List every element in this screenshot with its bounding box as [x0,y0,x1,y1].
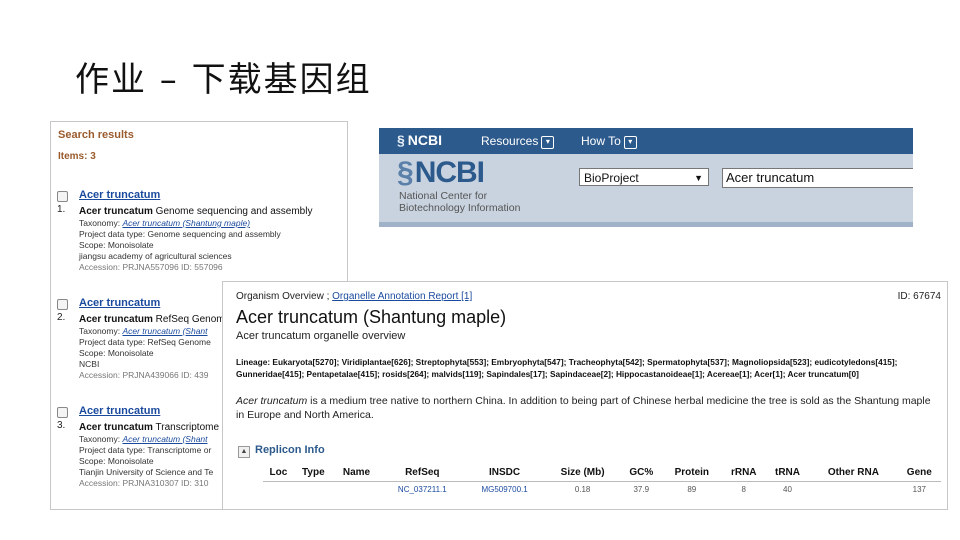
project-scope: Scope: Monoisolate [79,348,154,358]
replicon-info-toggle[interactable]: ▲ Replicon Info [238,444,325,458]
dropdown-arrow-icon: ▼ [694,173,703,183]
column-header[interactable]: Name [332,465,381,482]
overview-tabs: Organism Overview ; Organelle Annotation… [236,291,473,302]
collapse-icon: ▲ [238,446,250,458]
table-cell: 8 [741,485,746,494]
column-header[interactable]: rRNA [721,465,766,482]
submitter-org: NCBI [79,359,100,369]
lineage: Lineage: Eukaryota[5270]; Viridiplantae[… [236,357,898,379]
project-data-type: Project data type: Genome sequencing and… [79,229,281,239]
table-cell [809,482,898,498]
column-header[interactable]: RefSeq [380,465,465,482]
table-cell [294,482,333,498]
column-header[interactable]: Loc [263,465,294,482]
accession: Accession: PRJNA310307 ID: 310 [79,478,209,488]
result-checkbox[interactable] [57,191,68,202]
organism-description: Acer truncatum is a medium tree native t… [236,395,931,421]
project-scope: Scope: Monoisolate [79,240,154,250]
taxonomy-link[interactable]: Acer truncatum (Shantung maple) [122,218,250,228]
result-organism: Acer truncatum [79,422,153,433]
nav-resources[interactable]: Resources ▾ [481,134,555,149]
database-select[interactable]: BioProject ▼ [579,168,709,186]
result-checkbox[interactable] [57,299,68,310]
taxonomy-link[interactable]: Acer truncatum (Shant [122,326,207,336]
search-results-heading: Search results [58,129,134,141]
submitter-org: Tianjin University of Science and Te [79,467,214,477]
chevron-down-icon: ▾ [541,136,555,149]
column-header[interactable]: tRNA [765,465,810,482]
result-organism: Acer truncatum [79,206,153,217]
nav-how-to[interactable]: How To ▾ [581,134,637,149]
chevron-down-icon: ▾ [623,136,637,149]
organism-id: ID: 67674 [897,291,941,302]
result-number: 1. [57,204,66,215]
replicon-table: Loc Type Name RefSeq INSDC Size (Mb) GC%… [263,465,941,497]
table-cell: 0.18 [574,485,591,494]
result-number: 2. [57,312,66,323]
result-title-link[interactable]: Acer truncatum [79,297,160,309]
slide-title: 作业 – 下载基因组 [75,60,372,100]
result-description: Transcriptome [152,422,220,433]
project-data-type: Project data type: RefSeq Genome [79,337,211,347]
organism-overview-panel: Organism Overview ; Organelle Annotation… [222,281,948,510]
table-cell: 137 [912,485,926,494]
column-header[interactable]: Protein [661,465,722,482]
accession: Accession: PRJNA439066 ID: 439 [79,370,209,380]
table-cell: 37.9 [633,485,650,494]
taxonomy-label: Taxonomy: [79,326,123,336]
result-description: Genome sequencing and assembly [152,206,313,217]
divider [379,222,913,227]
project-data-type: Project data type: Transcriptome or [79,445,212,455]
ncbi-top-bar: § NCBI Resources ▾ How To ▾ [379,128,913,154]
ncbi-logo[interactable]: §NCBI [397,156,485,190]
result-number: 3. [57,420,66,431]
taxonomy-label: Taxonomy: [79,434,123,444]
column-header[interactable]: Size (Mb) [544,465,621,482]
column-header[interactable]: GC% [620,465,662,482]
ncbi-header: § NCBI Resources ▾ How To ▾ §NCBI National … [379,128,913,227]
result-title-link[interactable]: Acer truncatum [79,189,160,201]
table-cell [263,482,294,498]
table-cell: 40 [783,485,792,494]
accession: Accession: PRJNA557096 ID: 557096 [79,262,223,272]
table-row: NC_037211.1 MG509700.1 0.18 37.9 89 8 40… [263,482,941,498]
table-cell: 89 [687,485,697,494]
result-organism: Acer truncatum [79,314,153,325]
column-header[interactable]: INSDC [464,465,545,482]
page-title: Acer truncatum (Shantung maple) [236,307,507,327]
search-input[interactable]: Acer truncatum [722,168,913,188]
ncbi-home-link[interactable]: § NCBI [397,132,442,148]
ncbi-helix-icon: § [397,156,414,189]
result-checkbox[interactable] [57,407,68,418]
ncbi-subtitle: National Center for Biotechnology Inform… [399,190,521,214]
tab-organism-overview[interactable]: Organism Overview [236,291,324,302]
search-results-count: Items: 3 [58,151,96,162]
column-header[interactable]: Gene [897,465,941,482]
project-scope: Scope: Monoisolate [79,456,154,466]
column-header[interactable]: Type [293,465,333,482]
tab-organelle-report[interactable]: Organelle Annotation Report [1] [332,291,472,302]
insdc-link[interactable]: MG509700.1 [465,482,545,498]
result-title-link[interactable]: Acer truncatum [79,405,160,417]
ncbi-helix-icon: § [397,132,405,148]
page-subtitle: Acer truncatum organelle overview [236,330,406,342]
submitter-org: jiangsu academy of agricultural sciences [79,251,232,261]
taxonomy-label: Taxonomy: [79,218,123,228]
column-header[interactable]: Other RNA [809,465,898,482]
table-cell [333,482,380,498]
taxonomy-link[interactable]: Acer truncatum (Shant [122,434,207,444]
refseq-link[interactable]: NC_037211.1 [380,482,464,498]
result-description: RefSeq Genome [152,314,231,325]
